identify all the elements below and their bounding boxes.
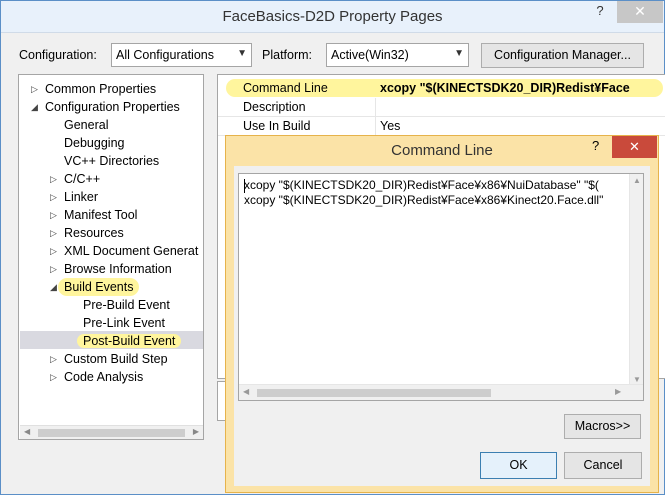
- command-line-dialog: Command Line ? ✕ xcopy "$(KINECTSDK20_DI…: [225, 135, 659, 493]
- tree-horizontal-scrollbar[interactable]: ◀ ▶: [20, 425, 203, 439]
- column-divider: [375, 98, 376, 117]
- highlighted-label: Build Events: [58, 278, 140, 296]
- configuration-value: All Configurations: [116, 48, 214, 62]
- title-bar: FaceBasics-D2D Property Pages ? ✕: [1, 1, 664, 33]
- expand-arrow-icon[interactable]: ▷: [50, 350, 57, 368]
- scroll-thumb[interactable]: [38, 429, 185, 437]
- grid-row-description[interactable]: Description: [218, 98, 665, 117]
- tree-item-general[interactable]: General: [64, 116, 108, 134]
- expand-arrow-icon[interactable]: ▷: [31, 80, 38, 98]
- collapse-arrow-icon[interactable]: ◢: [31, 98, 38, 116]
- grid-row-use-in-build[interactable]: Use In Build Yes: [218, 117, 665, 136]
- platform-value: Active(Win32): [331, 48, 409, 62]
- tree-item-pre-link-event[interactable]: Pre-Link Event: [83, 314, 165, 332]
- chevron-down-icon: ▼: [237, 48, 247, 59]
- expand-arrow-icon[interactable]: ▷: [50, 242, 57, 260]
- tree-item-post-build-event[interactable]: Post-Build Event: [77, 332, 182, 350]
- command-line-text-1: xcopy "$(KINECTSDK20_DIR)Redist¥Face¥x86…: [244, 178, 599, 192]
- property-name: Description: [243, 100, 306, 114]
- editor-horizontal-scrollbar[interactable]: ◀ ▶: [239, 384, 643, 400]
- close-button[interactable]: ✕: [617, 1, 663, 23]
- platform-select[interactable]: Active(Win32) ▼: [326, 43, 469, 67]
- property-value: Yes: [380, 119, 401, 133]
- property-name: Use In Build: [243, 119, 311, 133]
- help-button[interactable]: ?: [589, 1, 611, 23]
- scroll-down-icon[interactable]: ▼: [633, 375, 641, 384]
- property-value: xcopy "$(KINECTSDK20_DIR)Redist¥Face: [380, 81, 630, 95]
- highlighted-label: Post-Build Event: [77, 334, 182, 348]
- expand-arrow-icon[interactable]: ▷: [50, 224, 57, 242]
- expand-arrow-icon[interactable]: ▷: [50, 206, 57, 224]
- property-tree: ▷ Common Properties ◢ Configuration Prop…: [18, 74, 204, 440]
- expand-arrow-icon[interactable]: ▷: [50, 368, 57, 386]
- window-title: FaceBasics-D2D Property Pages: [222, 8, 443, 25]
- scroll-thumb[interactable]: [257, 389, 491, 397]
- dialog-help-button[interactable]: ?: [592, 138, 599, 153]
- scroll-right-icon[interactable]: ▶: [615, 387, 621, 396]
- dialog-body: xcopy "$(KINECTSDK20_DIR)Redist¥Face¥x86…: [234, 166, 650, 486]
- scroll-right-icon[interactable]: ▶: [193, 427, 199, 436]
- scroll-left-icon[interactable]: ◀: [243, 387, 249, 396]
- grid-row-command-line[interactable]: Command Line xcopy "$(KINECTSDK20_DIR)Re…: [218, 79, 665, 98]
- command-line-editor[interactable]: xcopy "$(KINECTSDK20_DIR)Redist¥Face¥x86…: [238, 173, 644, 401]
- ok-button[interactable]: OK: [480, 452, 557, 479]
- macros-button[interactable]: Macros>>: [564, 414, 641, 439]
- configuration-select[interactable]: All Configurations ▼: [111, 43, 252, 67]
- editor-vertical-scrollbar[interactable]: ▲ ▼: [629, 174, 643, 386]
- chevron-down-icon: ▼: [454, 48, 464, 59]
- expand-arrow-icon[interactable]: ▷: [50, 170, 57, 188]
- tree-item-pre-build-event[interactable]: Pre-Build Event: [83, 296, 170, 314]
- configuration-label: Configuration:: [19, 48, 97, 62]
- collapse-arrow-icon[interactable]: ◢: [50, 278, 57, 296]
- cancel-button[interactable]: Cancel: [564, 452, 642, 479]
- dialog-close-button[interactable]: ✕: [612, 136, 657, 158]
- platform-label: Platform:: [262, 48, 313, 62]
- scroll-up-icon[interactable]: ▲: [633, 176, 641, 185]
- command-line-text-2: xcopy "$(KINECTSDK20_DIR)Redist¥Face¥x86…: [244, 193, 604, 207]
- tree-item-vc-directories[interactable]: VC++ Directories: [64, 152, 159, 170]
- property-pages-window: FaceBasics-D2D Property Pages ? ✕ Config…: [0, 0, 665, 495]
- column-divider: [375, 117, 376, 136]
- property-name: Command Line: [243, 81, 328, 95]
- expand-arrow-icon[interactable]: ▷: [50, 188, 57, 206]
- tree-item-debugging[interactable]: Debugging: [64, 134, 124, 152]
- scroll-left-icon[interactable]: ◀: [24, 427, 30, 436]
- expand-arrow-icon[interactable]: ▷: [50, 260, 57, 278]
- configuration-manager-button[interactable]: Configuration Manager...: [481, 43, 644, 68]
